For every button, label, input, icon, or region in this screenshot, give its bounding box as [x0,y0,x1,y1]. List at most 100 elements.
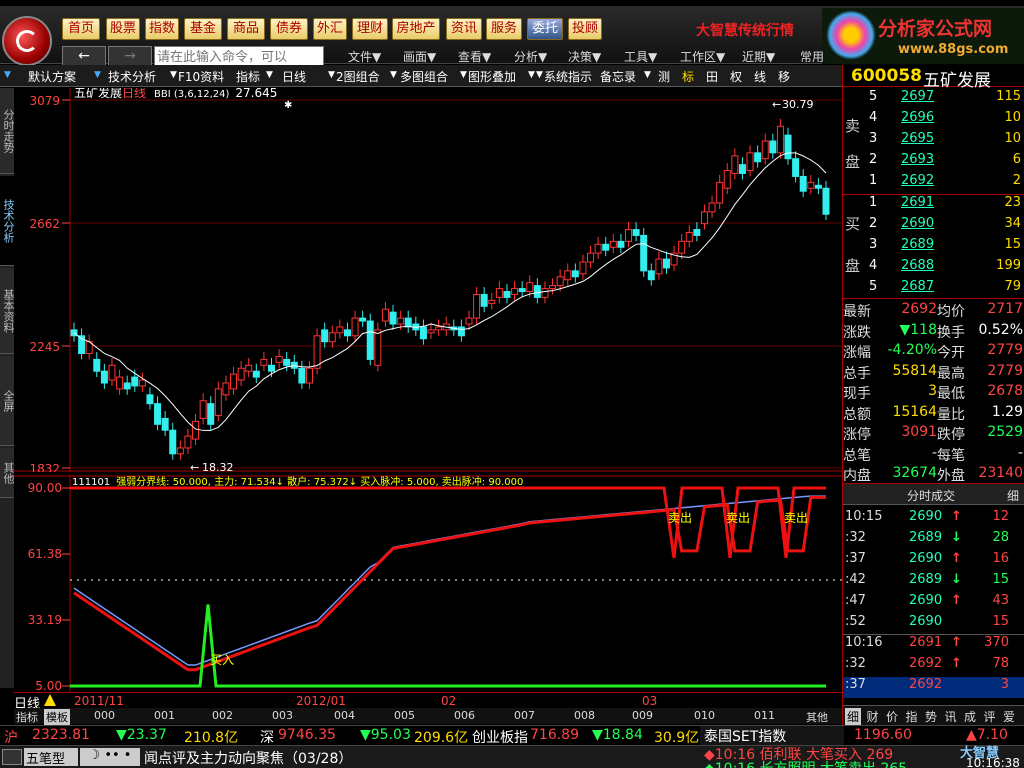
candle-body[interactable] [328,332,336,343]
toolbar-item-12[interactable]: 田 [706,68,718,85]
candle-body[interactable] [419,326,427,340]
dropdown-arrow-icon[interactable]: ▼ [390,70,397,80]
candle-body[interactable] [138,379,146,387]
left-tab-2[interactable]: 基本资料 [0,268,15,354]
bottom-tab-12[interactable]: 010 [692,709,717,722]
candle-body[interactable] [192,420,200,440]
quick-button-5[interactable]: 债券 [270,18,308,40]
menu-4[interactable]: 决策▼ [568,48,601,65]
candle-body[interactable] [397,317,405,325]
buy-signal-label[interactable]: 买入 [210,653,234,667]
candle-body[interactable] [305,367,313,384]
bottom-tab-3[interactable]: 001 [152,709,177,722]
bottom-tab-4[interactable]: 002 [210,709,235,722]
trade-row[interactable]: :37 2692 3 [843,677,1024,698]
indicator-chart[interactable]: 90.00 61.38 33.19 5.00 111101 强弱分界线: 50.000, … [14,474,842,692]
ad-banner[interactable]: 分析家公式网 www.88gs.com [822,8,1024,64]
toolbar-item-13[interactable]: 权 [730,68,742,85]
candle-body[interactable] [488,299,496,304]
left-tab-1[interactable]: 技术分析 [0,176,15,266]
candle-body[interactable] [511,288,519,295]
candle-body[interactable] [541,288,549,298]
candle-body[interactable] [792,158,800,177]
trade-row[interactable]: :47 2690 ↑ 43 [843,593,1024,614]
candle-body[interactable] [116,376,124,390]
menu-1[interactable]: 画面▼ [403,48,436,65]
candle-body[interactable] [571,270,579,278]
candle-body[interactable] [100,370,108,384]
candle-body[interactable] [237,367,245,381]
candle-body[interactable] [343,329,351,337]
buy-order-row[interactable]: 4 2688 199 [843,258,1024,279]
candle-body[interactable] [207,403,215,425]
back-button[interactable]: ← [62,46,106,66]
menu-3[interactable]: 分析▼ [514,48,547,65]
dropdown-arrow-icon[interactable]: ▼ [94,70,101,80]
quick-button-1[interactable]: 股票 [106,18,140,40]
sell-order-row[interactable]: 1 2692 2 [843,173,1024,194]
candle-body[interactable] [579,261,587,275]
sell-order-row[interactable]: 4 2696 10 [843,110,1024,131]
panel-tab-8[interactable]: 爱 [1001,708,1017,725]
sh-index-value[interactable]: 2323.81 [32,727,90,743]
candle-body[interactable] [814,184,822,189]
candle-body[interactable] [716,181,724,204]
cyb-index-value[interactable]: 716.89 [530,727,579,743]
bottom-tab-2[interactable]: 000 [92,709,117,722]
candle-body[interactable] [457,326,465,337]
dropdown-arrow-icon[interactable]: ▼ [536,70,543,80]
candle-body[interactable] [245,364,253,372]
candle-body[interactable] [617,240,625,248]
candle-body[interactable] [564,270,572,281]
candle-body[interactable] [214,388,222,416]
bottom-tab-7[interactable]: 005 [392,709,417,722]
sell-signal-label[interactable]: 卖出 [726,511,750,525]
dropdown-arrow-icon[interactable]: ▼ [4,70,11,80]
quick-button-9[interactable]: 资讯 [446,18,482,40]
sell-order-row[interactable]: 2 2693 6 [843,152,1024,173]
candle-body[interactable] [822,187,830,215]
candle-body[interactable] [503,291,511,298]
toolbar-item-15[interactable]: 移 [778,68,790,85]
candle-body[interactable] [336,326,344,334]
quick-button-4[interactable]: 商品 [227,18,265,40]
candle-body[interactable] [723,170,731,189]
dropdown-arrow-icon[interactable]: ▼ [460,70,467,80]
panel-tab-4[interactable]: 势 [923,708,939,725]
candle-body[interactable] [313,335,321,369]
candle-body[interactable] [381,308,389,322]
quick-button-0[interactable]: 首页 [62,18,100,40]
toolbar-item-4[interactable]: 日线 [282,68,306,85]
layout-selector[interactable]: 五笔型 [24,748,78,767]
candle-body[interactable] [169,429,177,455]
candle-body[interactable] [807,181,815,189]
news-ticker[interactable]: 闻点评及主力动向聚焦（03/28） [144,748,352,768]
candle-body[interactable] [427,329,435,334]
bottom-tab-5[interactable]: 003 [270,709,295,722]
candle-body[interactable] [351,317,359,337]
quick-button-10[interactable]: 服务 [486,18,522,40]
candle-body[interactable] [465,317,473,325]
candle-body[interactable] [389,311,397,325]
panel-tab-7[interactable]: 评 [982,708,998,725]
candle-body[interactable] [594,243,602,254]
panel-tab-0[interactable]: 细 [845,708,862,725]
quick-button-8[interactable]: 房地产 [392,18,440,40]
candle-body[interactable] [366,320,374,360]
left-tab-4[interactable]: 其他 [0,448,15,498]
candle-body[interactable] [708,202,716,213]
candle-body[interactable] [678,240,686,254]
candle-body[interactable] [321,329,329,343]
forward-button[interactable]: → [108,46,152,66]
command-input[interactable] [154,46,324,66]
toolbar-item-9[interactable]: 备忘录 [600,68,636,85]
candle-body[interactable] [154,403,162,425]
candle-body[interactable] [184,435,192,449]
trade-row[interactable]: :32 2689 ↓ 28 [843,530,1024,551]
stock-code[interactable]: 600058 [851,66,922,86]
candle-body[interactable] [93,358,101,372]
menu-7[interactable]: 近期▼ [742,48,775,65]
candle-body[interactable] [761,140,769,160]
bottom-tab-13[interactable]: 011 [752,709,777,722]
candle-body[interactable] [176,447,184,455]
